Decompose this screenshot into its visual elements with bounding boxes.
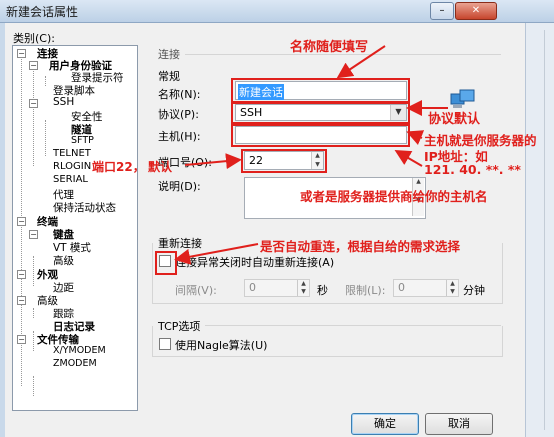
arrow-to-checkbox	[174, 243, 259, 265]
arrow-to-host-2	[394, 149, 423, 167]
arrow-to-port	[184, 153, 242, 170]
annotation-arrows	[174, 45, 448, 265]
arrow-to-name	[336, 45, 386, 79]
arrow-to-host	[406, 130, 425, 145]
